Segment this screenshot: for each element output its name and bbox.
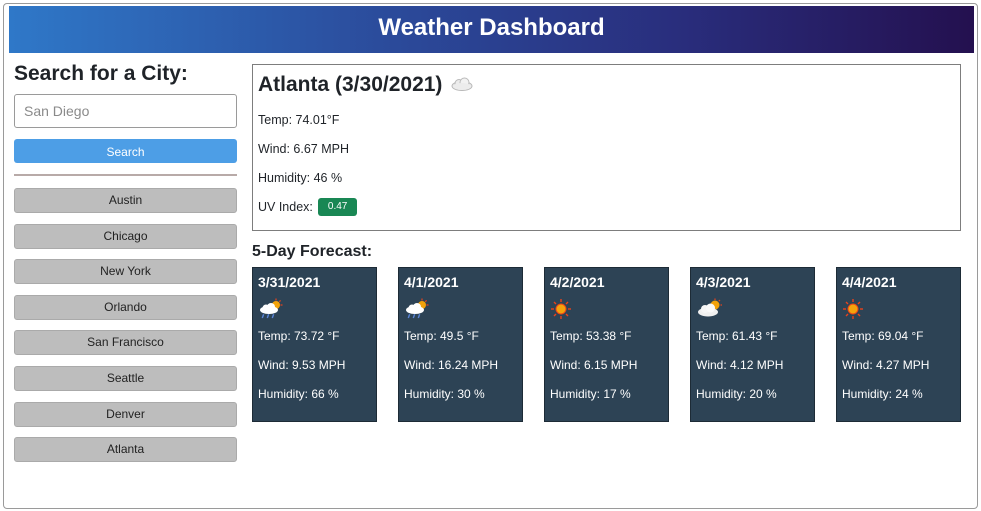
forecast-card: 4/4/2021 Temp: 69.04 °F Wind: 4.27 MPH H… xyxy=(836,267,961,422)
uv-index-label: UV Index: xyxy=(258,200,313,214)
forecast-title: 5-Day Forecast: xyxy=(252,243,373,260)
forecast-card: 4/3/2021 Temp: 61.43 °F Wind: 4.12 MPH H… xyxy=(690,267,815,422)
forecast-cards: 3/31/2021 Temp: 73.72 °F Wind: 9.53 MPH … xyxy=(252,267,961,422)
search-sidebar: Search for a City: Search Austin Chicago… xyxy=(14,62,238,473)
forecast-temp: Temp: 69.04 °F xyxy=(842,329,924,343)
history-button-atlanta[interactable]: Atlanta xyxy=(14,437,237,463)
forecast-temp: Temp: 53.38 °F xyxy=(550,329,632,343)
current-city-heading: Atlanta (3/30/2021) xyxy=(258,71,955,99)
forecast-temp: Temp: 61.43 °F xyxy=(696,329,778,343)
uv-index-row: UV Index: 0.47 xyxy=(258,198,955,216)
forecast-humidity: Humidity: 24 % xyxy=(842,387,923,401)
search-title: Search for a City: xyxy=(14,62,188,85)
forecast-humidity: Humidity: 17 % xyxy=(550,387,631,401)
forecast-date: 4/3/2021 xyxy=(696,274,751,290)
city-search-input[interactable] xyxy=(14,94,237,128)
forecast-card: 4/1/2021 Temp: 49.5 °F Wind: 16.24 MPH H… xyxy=(398,267,523,422)
forecast-date: 4/2/2021 xyxy=(550,274,605,290)
history-button-orlando[interactable]: Orlando xyxy=(14,294,237,320)
history-button-new-york[interactable]: New York xyxy=(14,259,237,285)
forecast-wind: Wind: 4.27 MPH xyxy=(842,358,930,372)
current-city-title: Atlanta (3/30/2021) xyxy=(258,73,443,96)
search-history-list: Austin Chicago New York Orlando San Fran… xyxy=(14,188,238,463)
current-wind: Wind: 6.67 MPH xyxy=(258,142,350,156)
uv-index-badge: 0.47 xyxy=(317,198,358,216)
thunderstorm-sun-icon xyxy=(258,298,371,322)
forecast-date: 4/4/2021 xyxy=(842,274,897,290)
history-button-chicago[interactable]: Chicago xyxy=(14,223,237,249)
app-header: Weather Dashboard xyxy=(9,6,974,53)
forecast-card: 4/2/2021 Temp: 53.38 °F Wind: 6.15 MPH H… xyxy=(544,267,669,422)
current-humidity: Humidity: 46 % xyxy=(258,171,343,185)
current-temp: Temp: 74.01°F xyxy=(258,113,340,127)
forecast-wind: Wind: 16.24 MPH xyxy=(404,358,499,372)
history-button-san-francisco[interactable]: San Francisco xyxy=(14,330,237,356)
current-weather-panel: Atlanta (3/30/2021) Temp: 74.01°F Wind: … xyxy=(252,64,961,231)
forecast-temp: Temp: 73.72 °F xyxy=(258,329,340,343)
thunderstorm-sun-icon xyxy=(404,298,517,322)
search-button[interactable]: Search xyxy=(14,139,237,163)
forecast-humidity: Humidity: 30 % xyxy=(404,387,485,401)
forecast-wind: Wind: 6.15 MPH xyxy=(550,358,638,372)
forecast-temp: Temp: 49.5 °F xyxy=(404,329,479,343)
sidebar-divider xyxy=(14,174,237,176)
history-button-seattle[interactable]: Seattle xyxy=(14,365,237,391)
forecast-humidity: Humidity: 20 % xyxy=(696,387,777,401)
app-title: Weather Dashboard xyxy=(378,14,605,41)
history-button-austin[interactable]: Austin xyxy=(14,188,237,213)
sun-icon xyxy=(842,298,955,322)
history-button-denver[interactable]: Denver xyxy=(14,401,237,427)
cloud-sun-icon xyxy=(696,298,809,322)
forecast-date: 4/1/2021 xyxy=(404,274,459,290)
sun-icon xyxy=(550,298,663,322)
forecast-card: 3/31/2021 Temp: 73.72 °F Wind: 9.53 MPH … xyxy=(252,267,377,422)
forecast-date: 3/31/2021 xyxy=(258,274,321,290)
forecast-wind: Wind: 9.53 MPH xyxy=(258,358,346,372)
cloud-icon xyxy=(450,71,474,99)
forecast-wind: Wind: 4.12 MPH xyxy=(696,358,784,372)
forecast-humidity: Humidity: 66 % xyxy=(258,387,339,401)
